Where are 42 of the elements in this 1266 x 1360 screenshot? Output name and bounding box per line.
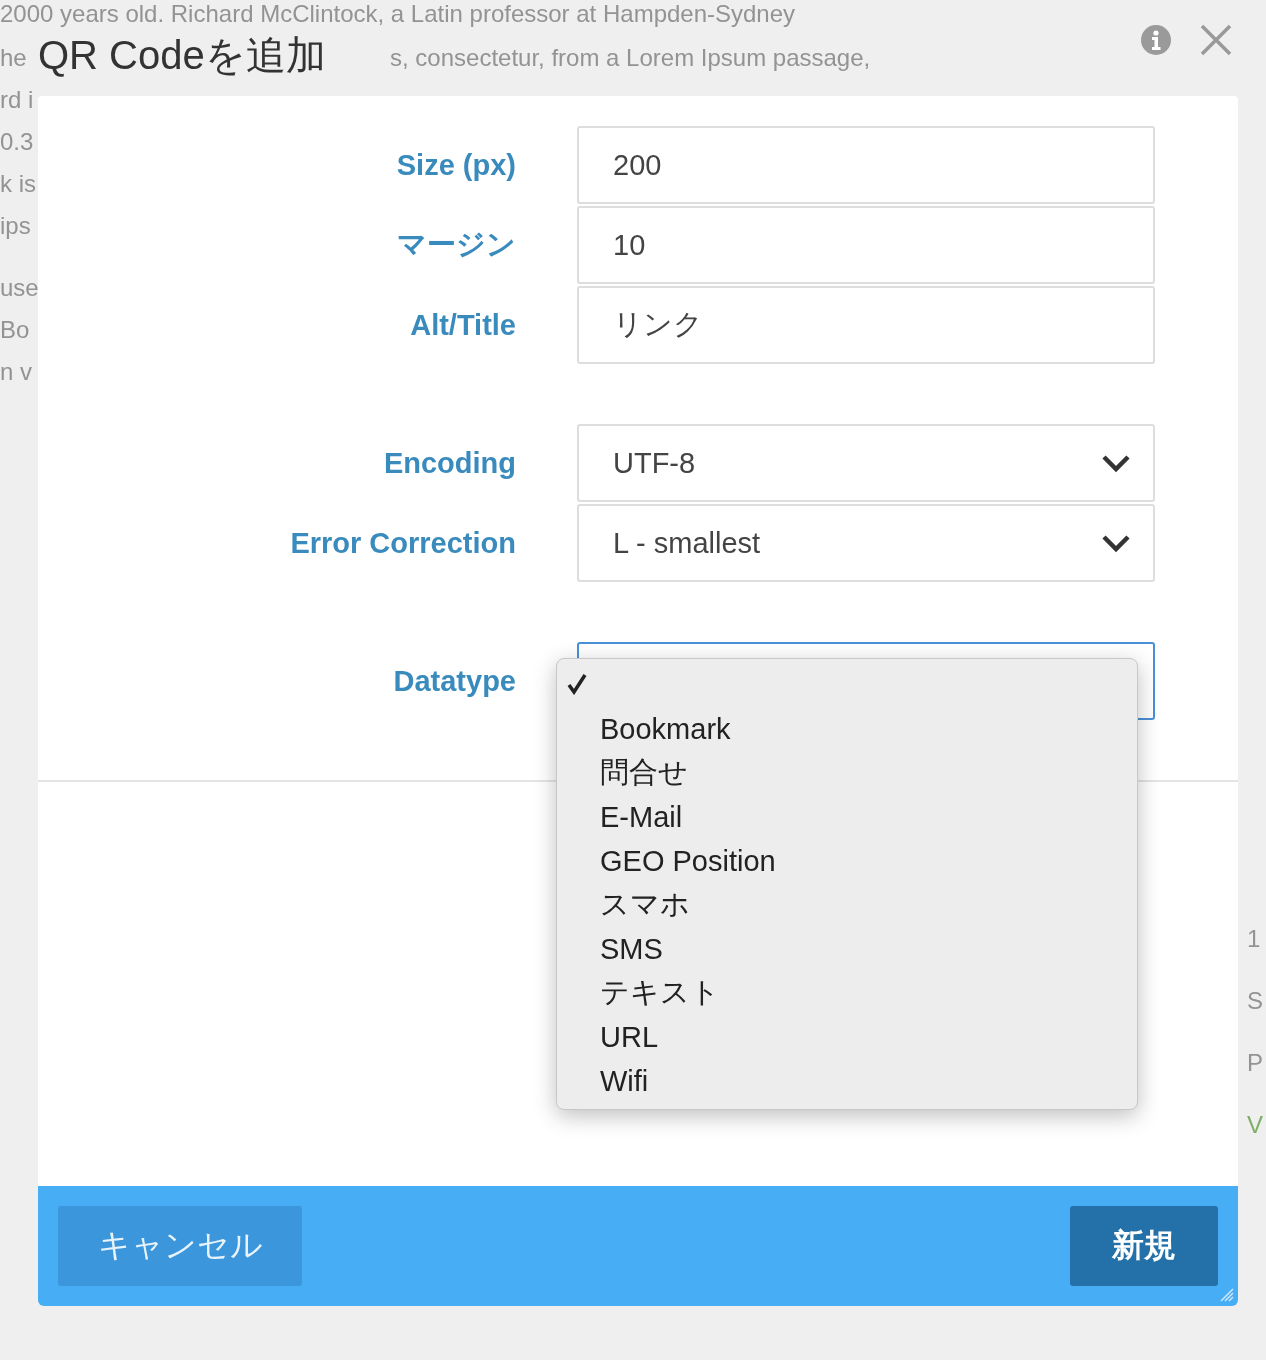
field-label: Error Correction bbox=[289, 526, 516, 560]
background-text: 0.3 bbox=[0, 128, 34, 156]
field-label: Alt/Title bbox=[409, 308, 516, 342]
background-text: V bbox=[1247, 1111, 1263, 1139]
background-text: ips bbox=[0, 212, 31, 240]
info-icon[interactable] bbox=[1140, 24, 1172, 56]
dropdown-option[interactable]: E-Mail bbox=[557, 795, 1137, 839]
background-text: rd i bbox=[0, 86, 34, 114]
dropdown-option[interactable]: 問合せ bbox=[557, 751, 1137, 795]
background-text: k is bbox=[0, 170, 36, 198]
select-field[interactable]: UTF-8 bbox=[577, 424, 1155, 502]
background-text: use bbox=[0, 274, 39, 302]
dropdown-option[interactable]: テキスト bbox=[557, 971, 1137, 1015]
field-label: Size (px) bbox=[395, 148, 516, 182]
background-text: s, consectetur, from a Lorem Ipsum passage, bbox=[390, 44, 871, 72]
background-text: 1 bbox=[1247, 925, 1261, 953]
input-field[interactable]: リンク bbox=[577, 286, 1155, 364]
dropdown-option[interactable]: Wifi bbox=[557, 1059, 1137, 1103]
select-field[interactable]: L - smallest bbox=[577, 504, 1155, 582]
input-field[interactable]: 200 bbox=[577, 126, 1155, 204]
dropdown-option[interactable]: Bookmark bbox=[557, 707, 1137, 751]
dropdown-option[interactable]: GEO Position bbox=[557, 839, 1137, 883]
background-text: Bo bbox=[0, 316, 30, 344]
dropdown-option[interactable]: URL bbox=[557, 1015, 1137, 1059]
background-text: 2000 years old. Richard McClintock, a Latin professor at Hampden-Sydney bbox=[0, 0, 796, 28]
close-icon[interactable] bbox=[1200, 24, 1232, 56]
dialog-title: QR Codeを追加 bbox=[38, 35, 326, 75]
background-text: he bbox=[0, 44, 27, 72]
resize-grip-icon[interactable] bbox=[1220, 1288, 1234, 1302]
dropdown-option[interactable]: SMS bbox=[557, 927, 1137, 971]
background-text: P bbox=[1247, 1049, 1263, 1077]
chevron-down-icon bbox=[1101, 533, 1131, 553]
dropdown-option[interactable]: スマホ bbox=[557, 883, 1137, 927]
field-label: Encoding bbox=[382, 446, 516, 480]
background-text: n v bbox=[0, 358, 32, 386]
checkmark-icon bbox=[567, 673, 587, 695]
create-button[interactable]: 新規 bbox=[1070, 1206, 1218, 1286]
background-text: S bbox=[1247, 987, 1263, 1015]
field-label: Datatype bbox=[392, 664, 516, 698]
input-field[interactable]: 10 bbox=[577, 206, 1155, 284]
field-label: マージン bbox=[396, 227, 516, 262]
chevron-down-icon bbox=[1101, 453, 1131, 473]
